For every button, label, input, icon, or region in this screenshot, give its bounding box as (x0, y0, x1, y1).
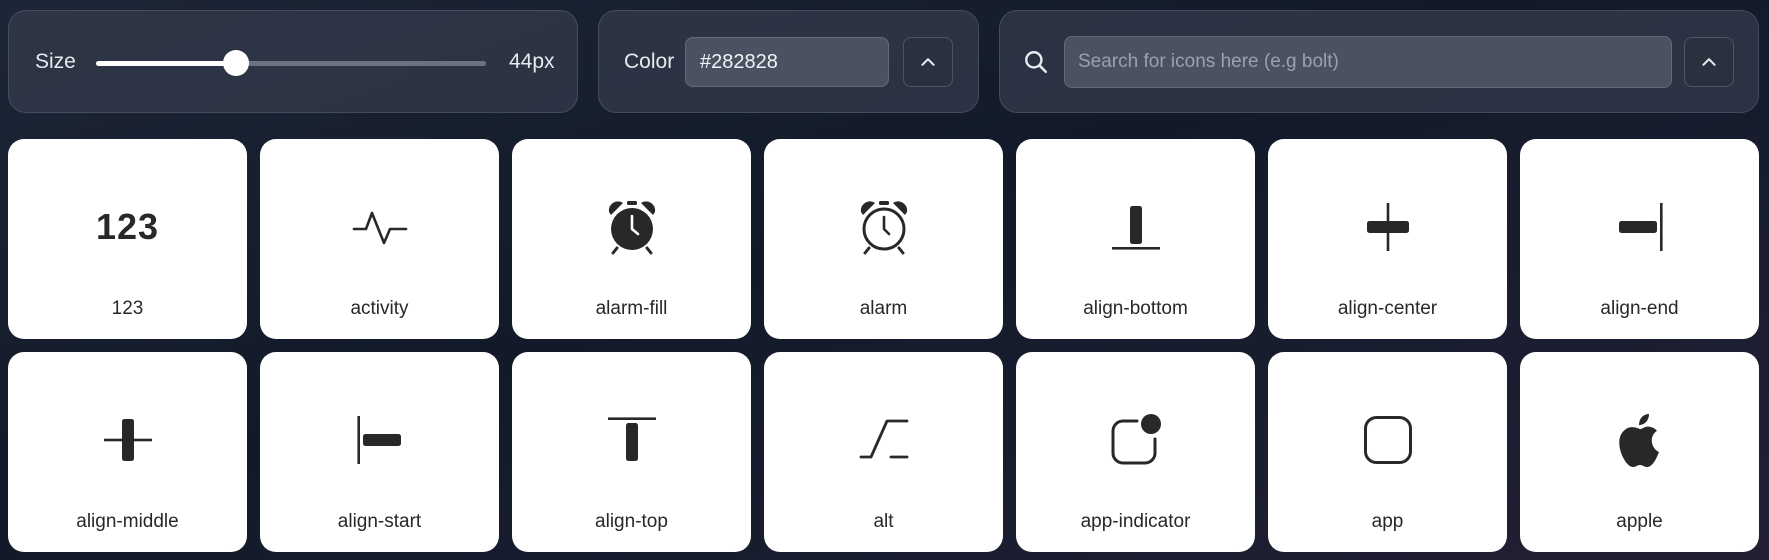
size-value: 44px (509, 49, 555, 73)
icon-card-alarm[interactable]: alarm (764, 139, 1003, 339)
size-slider-fill (96, 61, 236, 66)
icon-name: align-end (1600, 298, 1679, 319)
icon-name: alarm-fill (595, 298, 668, 319)
icon-card-align-start[interactable]: align-start (260, 352, 499, 552)
align-start-icon (348, 408, 412, 472)
icon-card-app-indicator[interactable]: app-indicator (1016, 352, 1255, 552)
search-icon (1025, 51, 1048, 74)
search-panel (999, 10, 1759, 113)
activity-icon (348, 195, 412, 259)
alarm-fill-icon (600, 195, 664, 259)
icon-name: app (1371, 511, 1404, 532)
icon-name: align-middle (76, 511, 179, 532)
size-panel: Size 44px (8, 10, 578, 113)
icon-name: 123 (111, 298, 144, 319)
icon-name: align-bottom (1083, 298, 1188, 319)
icon-name: app-indicator (1080, 511, 1191, 532)
icon-card-align-top[interactable]: align-top (512, 352, 751, 552)
align-top-icon (600, 408, 664, 472)
apple-icon (1608, 408, 1672, 472)
size-label: Size (35, 49, 76, 73)
icon-card-alarm-fill[interactable]: alarm-fill (512, 139, 751, 339)
icon-card-activity[interactable]: activity (260, 139, 499, 339)
icon-card-align-bottom[interactable]: align-bottom (1016, 139, 1255, 339)
icon-card-align-end[interactable]: align-end (1520, 139, 1759, 339)
icon-card-app[interactable]: app (1268, 352, 1507, 552)
icon-card-alt[interactable]: alt (764, 352, 1003, 552)
search-input[interactable] (1064, 36, 1672, 88)
align-bottom-icon (1104, 195, 1168, 259)
icon-name: align-top (595, 511, 668, 532)
align-middle-icon (96, 408, 160, 472)
color-input[interactable]: #282828 (685, 37, 889, 87)
color-panel: Color #282828 (598, 10, 979, 113)
icon-card-apple[interactable]: apple (1520, 352, 1759, 552)
color-toggle-button[interactable] (903, 37, 953, 87)
size-slider[interactable] (96, 50, 486, 76)
chevron-up-icon (1702, 58, 1716, 66)
app-indicator-icon (1104, 408, 1168, 472)
icon-name: alt (873, 511, 894, 532)
align-end-icon (1608, 195, 1672, 259)
icon-card-align-middle[interactable]: align-middle (8, 352, 247, 552)
size-slider-thumb[interactable] (223, 50, 249, 76)
icon-name: activity (350, 298, 409, 319)
search-toggle-button[interactable] (1684, 37, 1734, 87)
icon-name: alarm (859, 298, 908, 319)
color-label: Color (624, 49, 675, 73)
icon-card-123[interactable]: 123 123 (8, 139, 247, 339)
chevron-up-icon (921, 58, 935, 66)
icon-name: align-start (337, 511, 422, 532)
icon-name: apple (1616, 511, 1663, 532)
123-icon: 123 (95, 206, 160, 247)
align-center-icon (1356, 195, 1420, 259)
app-icon (1356, 408, 1420, 472)
alarm-icon (852, 195, 916, 259)
icon-card-align-center[interactable]: align-center (1268, 139, 1507, 339)
alt-icon (852, 408, 916, 472)
icon-name: align-center (1337, 298, 1438, 319)
